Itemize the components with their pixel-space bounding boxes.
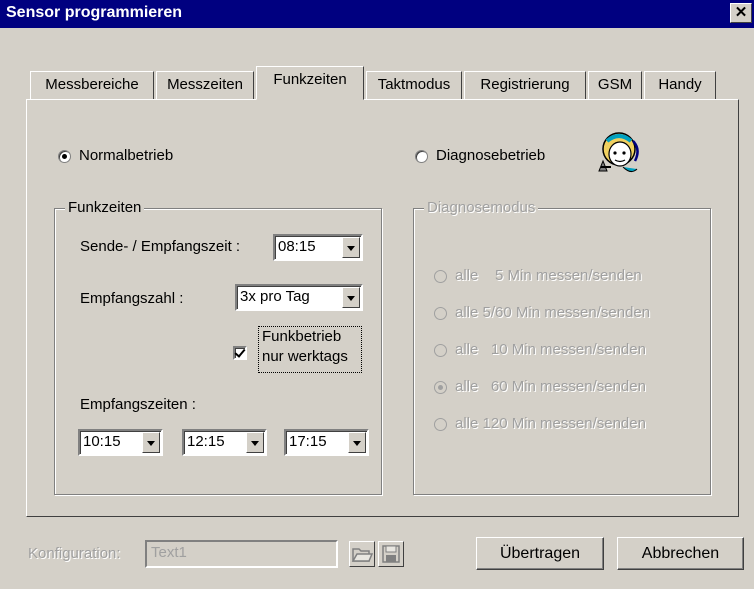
workdays-only-label[interactable]: Funkbetrieb nur werktags [258,326,362,373]
funkzeiten-group: Funkzeiten Sende- / Empfangszeit : 08:15… [54,199,382,495]
tab-panel-funkzeiten: Normalbetrieb Diagnosebetrieb Funkzeiten… [26,99,739,517]
tab-messzeiten[interactable]: Messzeiten [156,71,254,99]
send-receive-time-label: Sende- / Empfangszeit : [80,238,241,255]
receive-count-label: Empfangszahl : [80,290,184,307]
receive-time-2-select[interactable]: 12:15 [182,429,267,456]
chevron-down-icon[interactable] [348,432,366,453]
chevron-down-icon[interactable] [142,432,160,453]
diagnose-option-60-label: alle 60 Min messen/senden [455,378,646,395]
tab-funkzeiten[interactable]: Funkzeiten [256,66,364,100]
diagnose-option-60-radio[interactable] [434,381,447,394]
save-disk-icon [382,545,400,563]
close-icon: ✕ [734,4,748,21]
transfer-button[interactable]: Übertragen [476,537,604,570]
diagnose-option-120-radio[interactable] [434,418,447,431]
chevron-down-icon[interactable] [246,432,264,453]
close-button[interactable]: ✕ [730,3,752,23]
tab-messbereiche[interactable]: Messbereiche [30,71,154,99]
receive-count-select[interactable]: 3x pro Tag [235,284,363,311]
send-receive-time-select[interactable]: 08:15 [273,234,363,261]
normal-mode-label: Normalbetrieb [79,147,174,164]
diagnose-option-5-60-label: alle 5/60 Min messen/senden [455,304,651,321]
chevron-down-icon[interactable] [342,287,360,308]
diagnose-option-5-60-radio[interactable] [434,307,447,320]
window-title: Sensor programmieren [6,4,183,21]
save-button[interactable] [378,541,404,567]
diagnosemodus-group-title: Diagnosemodus [424,199,539,217]
open-folder-button[interactable] [349,541,375,567]
open-folder-icon [351,548,374,562]
receive-time-1-select[interactable]: 10:15 [78,429,163,456]
configuration-label: Konfiguration: [28,545,121,562]
configuration-field[interactable]: Text1 [145,540,338,568]
title-bar: Sensor programmieren ✕ [0,0,754,28]
tab-registrierung[interactable]: Registrierung [464,71,586,99]
diagnosemodus-group: Diagnosemodus alle 5 Min messen/senden a… [413,199,711,495]
diagnose-option-10-radio[interactable] [434,344,447,357]
diagnose-option-120-label: alle 120 Min messen/senden [455,415,646,432]
tab-gsm[interactable]: GSM [588,71,642,99]
normal-mode-radio[interactable] [58,150,71,163]
diagnose-option-10-label: alle 10 Min messen/senden [455,341,646,358]
diagnose-option-5-label: alle 5 Min messen/senden [455,267,642,284]
doctor-icon [598,132,639,173]
diagnose-mode-label: Diagnosebetrieb [436,147,546,164]
diagnose-option-5-radio[interactable] [434,270,447,283]
tab-taktmodus[interactable]: Taktmodus [366,71,462,99]
receive-times-label: Empfangszeiten : [80,396,196,413]
funkzeiten-group-title: Funkzeiten [65,199,145,217]
receive-time-3-select[interactable]: 17:15 [284,429,369,456]
cancel-button[interactable]: Abbrechen [617,537,744,570]
tab-handy[interactable]: Handy [644,71,716,99]
chevron-down-icon[interactable] [342,237,360,258]
workdays-only-checkbox[interactable] [233,346,247,360]
diagnose-mode-radio[interactable] [415,150,428,163]
